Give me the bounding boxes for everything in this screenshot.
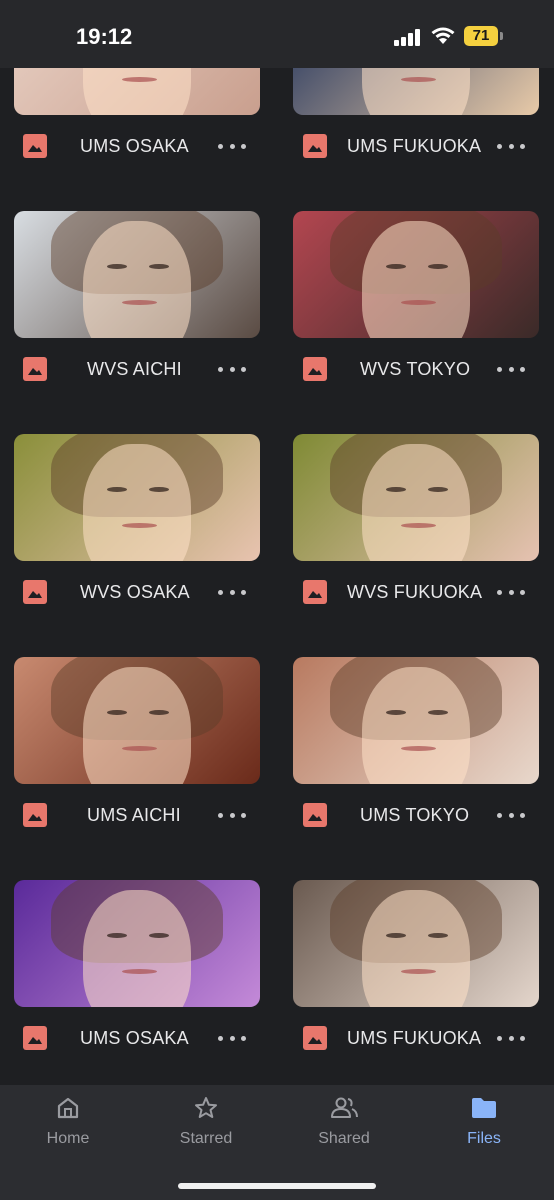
file-row[interactable]: UMS TOKYO (277, 795, 554, 835)
file-row[interactable]: WVS TOKYO (277, 349, 554, 389)
wifi-icon (430, 26, 456, 46)
more-options-icon[interactable] (497, 359, 525, 379)
file-name: UMS OSAKA (80, 1028, 189, 1048)
file-thumbnail[interactable] (293, 434, 539, 561)
file-row[interactable]: WVS OSAKA (0, 572, 277, 612)
battery-icon: 71 (464, 26, 498, 46)
more-options-icon[interactable] (218, 805, 246, 825)
more-options-icon[interactable] (497, 582, 525, 602)
file-name: WVS FUKUOKA (347, 582, 483, 602)
file-row[interactable]: WVS FUKUOKA (277, 572, 554, 612)
status-time: 19:12 (76, 24, 133, 49)
image-file-icon (23, 803, 47, 827)
file-thumbnail[interactable] (14, 880, 260, 1007)
file-grid: UMS OSAKA UMS FUKUOKA WVS AICHI WVS TOKY… (0, 0, 554, 1085)
image-file-icon (303, 134, 327, 158)
nav-starred[interactable]: Starred (146, 1095, 266, 1148)
file-thumbnail[interactable] (293, 880, 539, 1007)
image-file-icon (23, 1026, 47, 1050)
star-icon (193, 1097, 219, 1125)
more-options-icon[interactable] (218, 359, 246, 379)
more-options-icon[interactable] (497, 1028, 525, 1048)
home-indicator[interactable] (178, 1183, 376, 1189)
battery-cap (500, 32, 503, 40)
file-name: UMS AICHI (87, 805, 181, 825)
file-thumbnail[interactable] (293, 657, 539, 784)
file-name: UMS TOKYO (360, 805, 470, 825)
nav-shared[interactable]: Shared (284, 1095, 404, 1148)
more-options-icon[interactable] (497, 136, 525, 156)
nav-label: Starred (179, 1130, 233, 1147)
file-row[interactable]: WVS AICHI (0, 349, 277, 389)
nav-home[interactable]: Home (8, 1095, 128, 1148)
more-options-icon[interactable] (218, 582, 246, 602)
image-file-icon (23, 357, 47, 381)
file-name: UMS OSAKA (80, 136, 189, 156)
image-file-icon (303, 1026, 327, 1050)
folder-icon (470, 1098, 498, 1125)
file-row[interactable]: UMS FUKUOKA (277, 126, 554, 166)
file-row[interactable]: UMS OSAKA (0, 126, 277, 166)
image-file-icon (23, 580, 47, 604)
nav-label: Files (467, 1130, 501, 1147)
file-name: WVS OSAKA (80, 582, 190, 602)
file-thumbnail[interactable] (14, 657, 260, 784)
file-thumbnail[interactable] (293, 211, 539, 338)
file-thumbnail[interactable] (14, 211, 260, 338)
nav-label: Shared (318, 1130, 370, 1147)
status-bar: 19:12 71 (0, 0, 554, 68)
file-name: WVS TOKYO (360, 359, 471, 379)
cellular-signal-icon (394, 28, 424, 46)
image-file-icon (23, 134, 47, 158)
file-name: UMS FUKUOKA (347, 1028, 482, 1048)
file-row[interactable]: UMS OSAKA (0, 1018, 277, 1058)
file-thumbnail[interactable] (14, 434, 260, 561)
nav-label: Home (46, 1130, 90, 1147)
nav-files[interactable]: Files (424, 1095, 544, 1148)
home-icon (55, 1097, 81, 1125)
more-options-icon[interactable] (218, 136, 246, 156)
file-row[interactable]: UMS FUKUOKA (277, 1018, 554, 1058)
more-options-icon[interactable] (218, 1028, 246, 1048)
more-options-icon[interactable] (497, 805, 525, 825)
image-file-icon (303, 580, 327, 604)
people-icon (329, 1097, 359, 1125)
image-file-icon (303, 803, 327, 827)
file-name: UMS FUKUOKA (347, 136, 482, 156)
file-row[interactable]: UMS AICHI (0, 795, 277, 835)
image-file-icon (303, 357, 327, 381)
file-name: WVS AICHI (87, 359, 182, 379)
